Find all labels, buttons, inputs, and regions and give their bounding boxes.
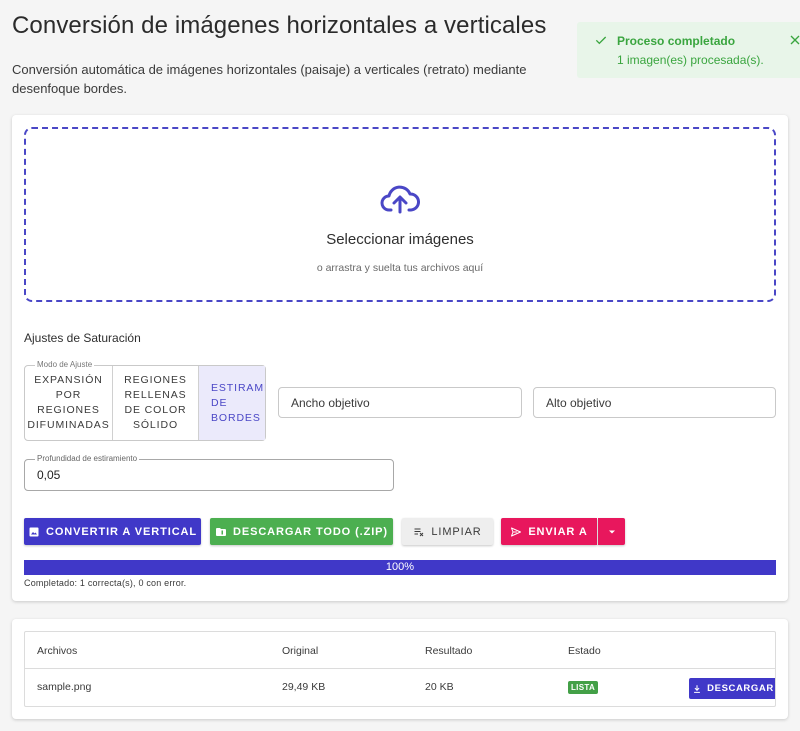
check-icon <box>595 36 607 45</box>
toast-title: Proceso completado <box>617 34 736 48</box>
mode-option-label: REGIONES RELLENAS DE COLOR SÓLIDO <box>124 374 187 431</box>
clear-list-icon <box>414 528 424 536</box>
progress-bar: 100% <box>24 560 776 575</box>
success-toast: Proceso completado 1 imagen(es) procesad… <box>577 22 800 78</box>
send-to-label: ENVIAR A <box>528 525 588 538</box>
page-description: Conversión automática de imágenes horizo… <box>12 62 527 96</box>
column-header: Estado <box>568 645 601 657</box>
mode-option-label: EXPANSIÓN POR REGIONES DIFUMINADAS <box>27 374 110 431</box>
results-card: Archivos Original Resultado Estado sampl… <box>12 619 788 719</box>
close-icon[interactable] <box>787 32 800 48</box>
table-row: sample.png 29,49 KB 20 KB LISTA DESCARGA… <box>25 669 775 706</box>
stretch-depth-label: Profundidad de estiramiento <box>35 454 140 463</box>
target-width-input[interactable]: Ancho objetivo <box>278 387 522 418</box>
file-name: sample.png <box>37 681 92 693</box>
caret-down-icon <box>608 530 615 533</box>
stretch-depth-value: 0,05 <box>37 468 61 482</box>
table-header: Archivos Original Resultado Estado <box>25 632 775 669</box>
convert-button[interactable]: CONVERTIR A VERTICAL <box>24 518 201 545</box>
download-all-label: DESCARGAR TODO (.ZIP) <box>233 525 388 538</box>
column-header: Archivos <box>37 645 78 657</box>
converter-card: Seleccionar imágenes o arrastra y suelta… <box>12 115 788 601</box>
dropzone-title: Seleccionar imágenes <box>326 231 474 248</box>
folder-zip-icon <box>216 527 226 536</box>
dropzone-subtitle: o arrastra y suelta tus archivos aquí <box>316 262 484 274</box>
cloud-upload-icon <box>380 185 420 214</box>
column-header: Original <box>282 645 319 657</box>
settings-title: Ajustes de Saturación <box>24 331 141 345</box>
send-icon <box>511 527 522 536</box>
target-width-placeholder: Ancho objetivo <box>291 395 370 410</box>
mode-option-solid[interactable]: REGIONES RELLENAS DE COLOR SÓLIDO <box>113 366 199 440</box>
image-icon <box>29 527 39 536</box>
send-to-dropdown-button[interactable] <box>598 518 625 545</box>
clear-button[interactable]: LIMPIAR <box>402 518 493 545</box>
target-height-placeholder: Alto objetivo <box>546 395 612 410</box>
toast-message: 1 imagen(es) procesada(s). <box>617 53 764 67</box>
download-icon <box>694 684 701 693</box>
mode-toggle-group: Modo de Ajuste EXPANSIÓN POR REGIONES DI… <box>24 360 266 441</box>
clear-label: LIMPIAR <box>431 525 482 538</box>
stretch-depth-input[interactable]: Profundidad de estiramiento 0,05 <box>24 454 394 491</box>
results-table: Archivos Original Resultado Estado sampl… <box>24 631 776 707</box>
page-title: Conversión de imágenes horizontales a ve… <box>12 12 547 39</box>
result-size: 20 KB <box>425 681 454 693</box>
progress-note: Completado: 1 correcta(s), 0 con error. <box>24 578 187 588</box>
convert-label: CONVERTIR A VERTICAL <box>45 525 198 538</box>
row-download-label: DESCARGAR <box>707 683 774 694</box>
column-header: Resultado <box>425 645 473 657</box>
download-all-button[interactable]: DESCARGAR TODO (.ZIP) <box>210 518 393 545</box>
progress-label: 100% <box>385 561 415 573</box>
mode-option-blurred[interactable]: EXPANSIÓN POR REGIONES DIFUMINADAS <box>25 366 113 440</box>
original-size: 29,49 KB <box>282 681 326 693</box>
mode-option-label: ESTIRAMI DE BORDES <box>211 381 265 424</box>
mode-option-stretch[interactable]: ESTIRAMI DE BORDES <box>199 366 265 440</box>
status-badge: LISTA <box>568 681 599 694</box>
row-download-button[interactable]: DESCARGAR <box>689 678 775 699</box>
send-to-button[interactable]: ENVIAR A <box>501 518 597 545</box>
file-dropzone[interactable]: Seleccionar imágenes o arrastra y suelta… <box>24 127 776 302</box>
target-height-input[interactable]: Alto objetivo <box>533 387 776 418</box>
